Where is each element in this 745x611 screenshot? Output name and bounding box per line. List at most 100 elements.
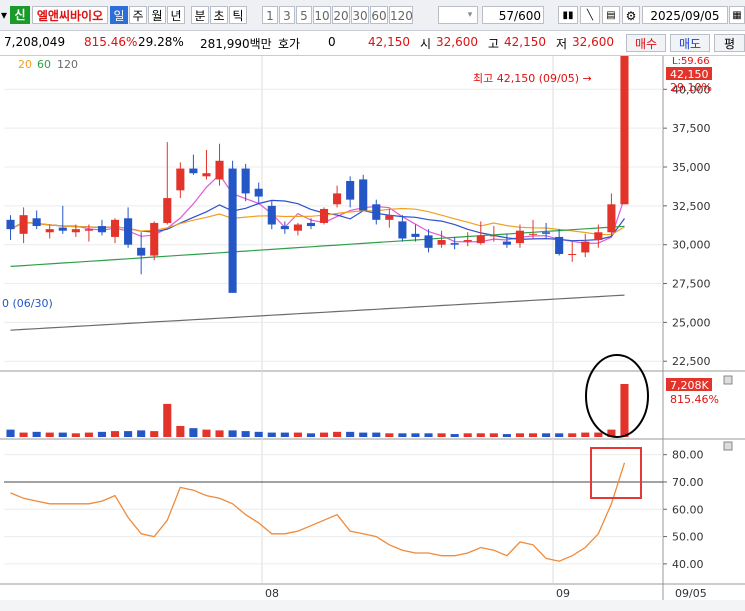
volume-bar [215, 430, 224, 437]
interval-20-button[interactable]: 20 [332, 6, 350, 24]
stock-name[interactable]: 엘앤씨바이오 [32, 6, 108, 24]
candle-body [124, 218, 133, 245]
candle-body [620, 56, 629, 205]
date-field[interactable]: 2025/09/05 [642, 6, 728, 24]
period-tick-button[interactable]: 틱 [229, 6, 247, 24]
candle-body [228, 168, 237, 293]
volume-bar [267, 432, 276, 437]
volume-value: 7,208,049 [4, 35, 66, 49]
price-tick-label: 37,500 [672, 122, 711, 135]
candle-body [372, 204, 381, 220]
open-price: 32,600 [436, 35, 478, 49]
hoga-value: 0 [328, 35, 336, 49]
ma-label-60: 60 [37, 58, 51, 71]
candle-body [476, 235, 485, 244]
interval-3-button[interactable]: 3 [279, 6, 295, 24]
candle-body [359, 179, 368, 211]
period-month-button[interactable]: 월 [148, 6, 166, 24]
osc-tick-label: 80.00 [672, 449, 704, 462]
volume-bar [163, 403, 172, 437]
volume-bar [280, 432, 289, 437]
candle-type-icon[interactable]: ▮▮ [558, 6, 578, 24]
interval-5-button[interactable]: 5 [296, 6, 312, 24]
candle-body [45, 229, 54, 233]
volume-bar [437, 433, 446, 437]
candle-body [319, 208, 329, 223]
osc-tick-label: 70.00 [672, 476, 704, 489]
dropdown-arrow-icon[interactable]: ▾ [0, 6, 8, 24]
current-price-tag: 42,150 [670, 68, 709, 81]
candle-body [424, 235, 433, 248]
candle-body [385, 215, 394, 220]
interval-30-button[interactable]: 30 [351, 6, 369, 24]
volume-bar [110, 431, 120, 437]
candle-body [163, 198, 172, 223]
candle-body [555, 236, 564, 255]
trading-amount: 281,990백만 [200, 37, 272, 51]
candle-body [267, 205, 276, 225]
interval-60-button[interactable]: 60 [370, 6, 388, 24]
calendar-icon[interactable]: ▦ [729, 6, 745, 24]
turnover-rate: 29.28% [138, 35, 184, 49]
volume-panel-close-icon[interactable] [723, 375, 733, 385]
period-second-button[interactable]: 초 [210, 6, 228, 24]
period-week-button[interactable]: 주 [129, 6, 147, 24]
candle-body [411, 233, 420, 237]
candle-body [32, 218, 41, 227]
current-price: 42,150 [368, 35, 410, 49]
candle-body [489, 235, 498, 237]
candle-body [346, 180, 355, 200]
count-input[interactable]: 57/600 [482, 6, 544, 24]
volume-bar [45, 432, 54, 437]
osc-panel-close-icon[interactable] [723, 441, 733, 451]
horizontal-scrollbar[interactable] [0, 600, 745, 611]
candle-body [437, 240, 446, 245]
interval-10-button[interactable]: 10 [313, 6, 331, 24]
volume-bar [97, 431, 107, 437]
candle-body [254, 188, 263, 197]
draw-line-icon[interactable]: ╲ [580, 6, 600, 24]
volume-bar [476, 433, 485, 437]
candle-body [594, 232, 603, 241]
buy-button[interactable]: 매수 [626, 34, 666, 52]
volume-bar [58, 432, 67, 437]
volume-bar [450, 434, 459, 437]
osc-tick-label: 40.00 [672, 558, 704, 571]
interval-1-button[interactable]: 1 [262, 6, 278, 24]
candle-body [189, 168, 198, 174]
interval-120-button[interactable]: 120 [389, 6, 413, 24]
low-label: 저 [556, 37, 568, 51]
candle-body [176, 168, 185, 191]
volume-bar [228, 430, 237, 437]
candle-body [97, 226, 107, 233]
period-year-button[interactable]: 년 [167, 6, 185, 24]
candle-body [71, 229, 80, 233]
volume-bar [189, 428, 198, 437]
volume-bar [124, 431, 133, 437]
candle-body [515, 230, 525, 244]
volume-tag: 7,208K [670, 379, 709, 392]
period-day-button[interactable]: 일 [110, 6, 128, 24]
stock-chart[interactable]: 40,00037,50035,00032,50030,00027,50025,0… [0, 56, 745, 611]
candle-body [333, 193, 342, 205]
save-icon[interactable]: ▤ [602, 6, 620, 24]
price-tick-label: 35,000 [672, 161, 711, 174]
volume-ratio: 815.46% [84, 35, 138, 49]
volume-bar [398, 433, 407, 437]
high-price: 42,150 [504, 35, 546, 49]
gear-icon[interactable]: ⚙ [622, 6, 640, 24]
ma-label-20: 20 [18, 58, 32, 71]
volume-bar [176, 425, 185, 437]
chevron-down-icon[interactable]: ▾ [463, 6, 477, 24]
volume-change: 815.46% [670, 393, 719, 406]
candle-body [58, 227, 67, 231]
volume-bar [489, 433, 498, 437]
volume-bar [594, 432, 603, 437]
open-label: 시 [420, 37, 432, 51]
candle-body [150, 222, 159, 256]
volume-bar [620, 384, 629, 437]
x-label-09: 09 [556, 587, 570, 600]
eval-button[interactable]: 평 [714, 34, 745, 52]
sell-button[interactable]: 매도 [670, 34, 710, 52]
period-minute-button[interactable]: 분 [191, 6, 209, 24]
